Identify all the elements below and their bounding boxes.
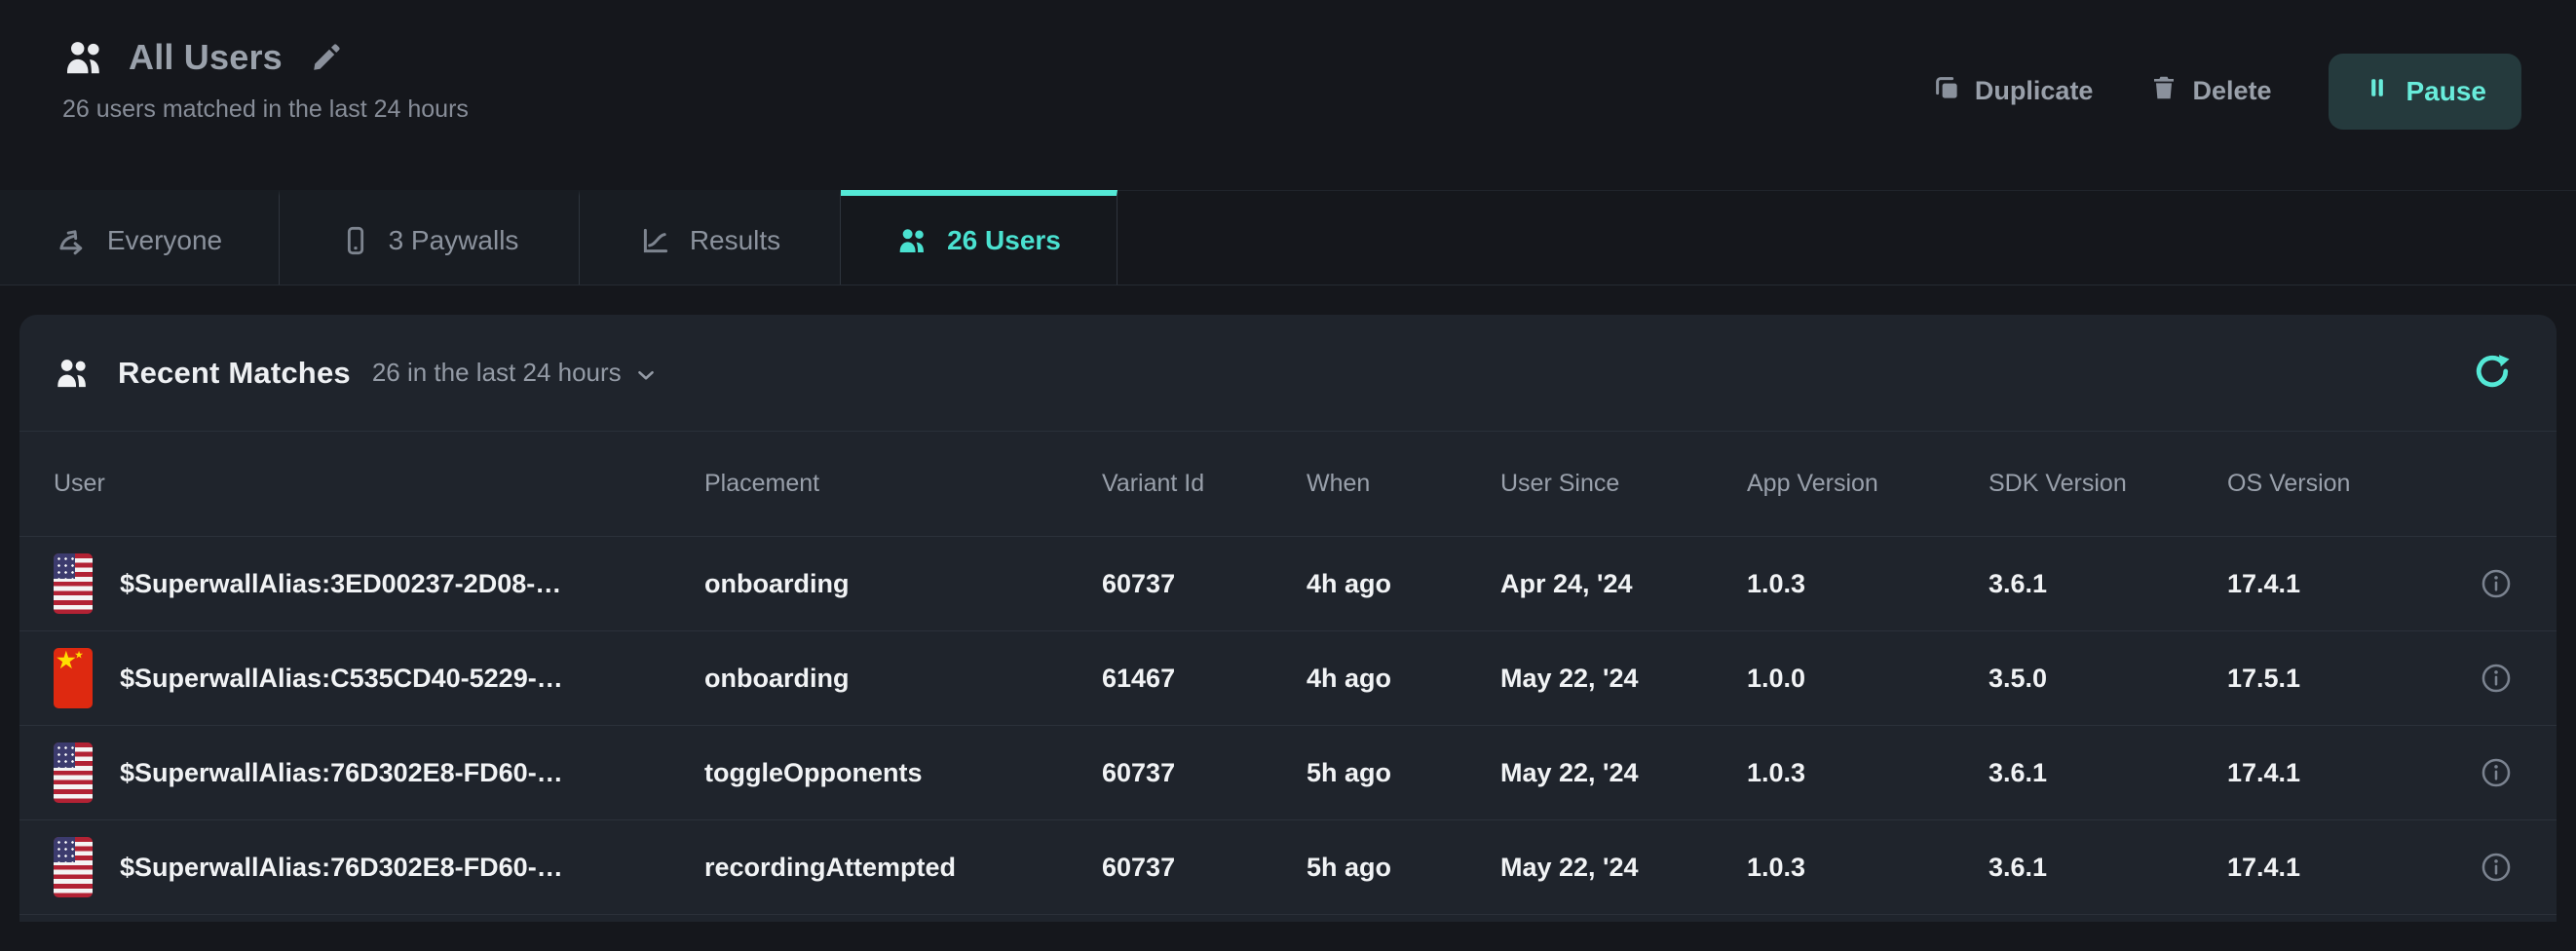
cell-when: 5h ago [1307,758,1500,788]
duplicate-button[interactable]: Duplicate [1932,73,2094,109]
chevron-down-icon [633,362,659,388]
cell-os-version: 17.5.1 [2227,664,2436,694]
tab-users[interactable]: 26 Users [841,190,1118,285]
header-actions: Duplicate Delete Pause [1932,0,2576,190]
table-row[interactable]: $SuperwallAlias:3ED00237-2D08-… onboardi… [19,537,2557,631]
user-alias: $SuperwallAlias:3ED00237-2D08-… [120,569,561,599]
delete-label: Delete [2192,76,2271,106]
info-icon[interactable] [2480,756,2513,789]
trash-icon [2149,73,2178,109]
pause-label: Pause [2406,76,2487,107]
cell-os-version: 17.4.1 [2227,569,2436,599]
header: All Users 26 users matched in the last 2… [0,0,2576,190]
refresh-button[interactable] [2471,350,2514,396]
cell-user-since: May 22, '24 [1500,664,1747,694]
cell-when: 5h ago [1307,853,1500,883]
flag-icon [54,742,93,803]
tab-label: 26 Users [947,225,1061,256]
table-row[interactable]: $SuperwallAlias:C535CD40-5229-… onboardi… [19,631,2557,726]
column-header: User Since [1500,470,1747,498]
tab-label: Everyone [107,225,222,256]
recent-matches-panel: Recent Matches 26 in the last 24 hours [19,315,2557,922]
info-icon[interactable] [2480,851,2513,884]
time-range-label: 26 in the last 24 hours [372,358,622,388]
flag-icon [54,648,93,708]
user-alias: $SuperwallAlias:C535CD40-5229-… [120,664,563,694]
column-header: When [1307,470,1500,498]
duplicate-label: Duplicate [1975,76,2094,106]
flag-icon [54,837,93,897]
header-left: All Users 26 users matched in the last 2… [0,0,469,190]
users-icon [62,35,107,80]
pencil-icon[interactable] [310,41,343,74]
time-range-dropdown[interactable]: 26 in the last 24 hours [372,358,659,388]
info-icon[interactable] [2480,567,2513,600]
table-body: $SuperwallAlias:3ED00237-2D08-… onboardi… [19,537,2557,922]
table-row[interactable]: $SuperwallAlias:76D302E8-FD60-… [19,915,2557,922]
cell-variant-id: 60737 [1102,569,1307,599]
cell-user-since: May 22, '24 [1500,758,1747,788]
page: All Users 26 users matched in the last 2… [0,0,2576,951]
column-header: User [54,470,704,498]
cell-variant-id: 60737 [1102,853,1307,883]
tab-bar-filler [1118,190,2576,285]
tab-bar: Everyone 3 Paywalls Results [0,190,2576,285]
phone-icon [340,225,371,256]
info-icon[interactable] [2480,662,2513,695]
cell-app-version: 1.0.0 [1747,664,1989,694]
tab-results[interactable]: Results [580,190,841,285]
cell-os-version: 17.4.1 [2227,758,2436,788]
cell-placement: toggleOpponents [704,758,1102,788]
cell-variant-id: 60737 [1102,758,1307,788]
column-header: App Version [1747,470,1989,498]
tab-everyone[interactable]: Everyone [0,190,280,285]
table-row[interactable]: $SuperwallAlias:76D302E8-FD60-… toggleOp… [19,726,2557,820]
tab-paywalls[interactable]: 3 Paywalls [280,190,580,285]
panel-header: Recent Matches 26 in the last 24 hours [19,315,2557,432]
delete-button[interactable]: Delete [2149,73,2271,109]
cell-placement: onboarding [704,664,1102,694]
cell-sdk-version: 3.6.1 [1989,853,2227,883]
line-chart-icon [639,224,672,257]
tab-label: Results [690,225,780,256]
panel-title: Recent Matches [118,356,351,391]
user-alias: $SuperwallAlias:76D302E8-FD60-… [120,758,563,788]
refresh-icon [2471,350,2514,396]
cell-when: 4h ago [1307,664,1500,694]
users-icon [896,224,929,257]
cell-placement: onboarding [704,569,1102,599]
cell-app-version: 1.0.3 [1747,569,1989,599]
table-header-row: User Placement Variant Id When User Sinc… [19,432,2557,537]
cell-app-version: 1.0.3 [1747,758,1989,788]
header-subtitle: 26 users matched in the last 24 hours [62,95,469,124]
cell-app-version: 1.0.3 [1747,853,1989,883]
flag-icon [54,553,93,614]
cell-sdk-version: 3.6.1 [1989,758,2227,788]
pause-icon [2364,74,2391,108]
cell-user-since: Apr 24, '24 [1500,569,1747,599]
pause-button[interactable]: Pause [2329,54,2522,130]
cell-sdk-version: 3.5.0 [1989,664,2227,694]
duplicate-icon [1932,73,1961,109]
cell-os-version: 17.4.1 [2227,853,2436,883]
user-alias: $SuperwallAlias:76D302E8-FD60-… [120,853,563,883]
cell-when: 4h ago [1307,569,1500,599]
users-icon [54,354,93,393]
cell-placement: recordingAttempted [704,853,1102,883]
column-header: Placement [704,470,1102,498]
tab-label: 3 Paywalls [389,225,519,256]
table-row[interactable]: $SuperwallAlias:76D302E8-FD60-… recordin… [19,820,2557,915]
column-header: OS Version [2227,470,2436,498]
split-arrows-icon [57,224,90,257]
page-title: All Users [129,37,283,78]
cell-variant-id: 61467 [1102,664,1307,694]
cell-user-since: May 22, '24 [1500,853,1747,883]
column-header: SDK Version [1989,470,2227,498]
cell-sdk-version: 3.6.1 [1989,569,2227,599]
column-header: Variant Id [1102,470,1307,498]
